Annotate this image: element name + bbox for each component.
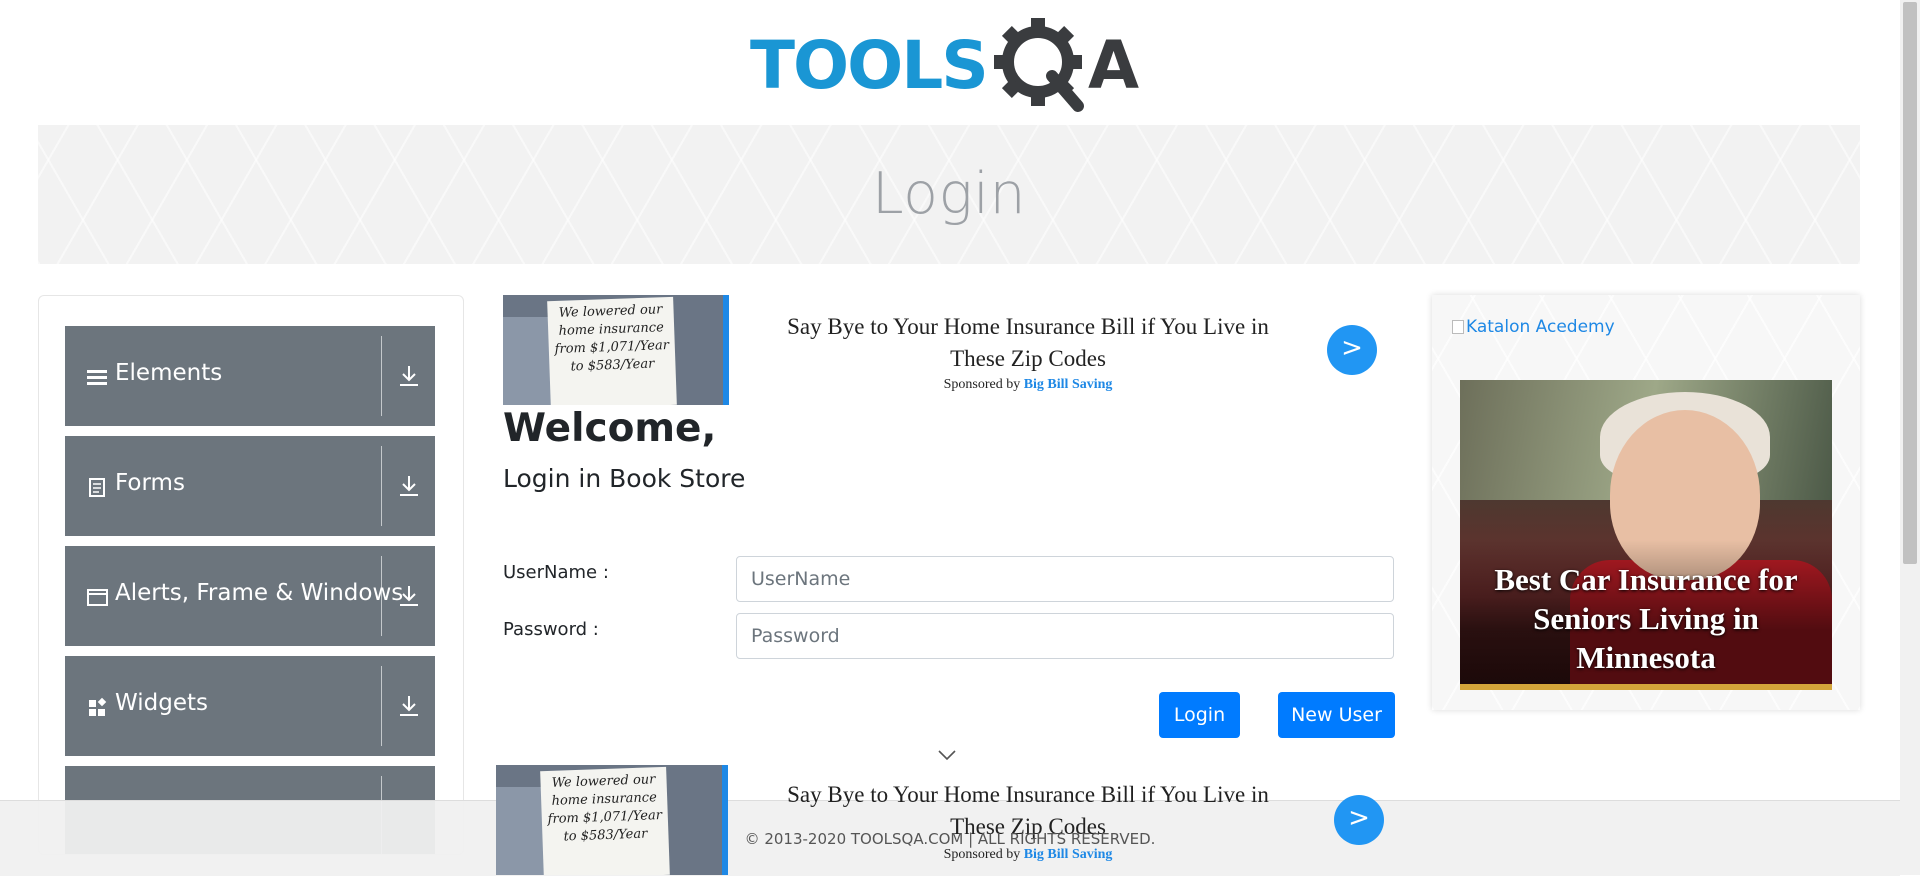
ad-image[interactable]: We lowered our home insurance from $1,07… [503, 295, 729, 405]
ad-sponsored-prefix: Sponsored by [943, 847, 1021, 862]
widgets-icon [89, 697, 107, 716]
divider [381, 446, 382, 526]
chevron-down-icon[interactable] [937, 748, 957, 762]
download-arrow-icon [400, 586, 418, 606]
ad-sign: We lowered our home insurance from $1,07… [540, 766, 670, 875]
katalon-academy-link[interactable]: Katalon Acedemy [1452, 317, 1615, 337]
car-ad-text[interactable]: Best Car Insurance for Seniors Living in… [1460, 560, 1832, 677]
ad-sponsor-link[interactable]: Big Bill Saving [1024, 847, 1113, 862]
welcome-heading: Welcome, [503, 406, 717, 451]
hamburger-icon [87, 370, 107, 385]
car-ad-bar [1460, 684, 1832, 690]
gear-icon [994, 18, 1084, 112]
document-icon [89, 478, 105, 497]
ad-headline[interactable]: Say Bye to Your Home Insurance Bill if Y… [763, 311, 1293, 375]
ad-house [503, 317, 553, 405]
footer-copyright: © 2013-2020 TOOLSQA.COM | ALL RIGHTS RES… [744, 830, 1156, 848]
login-button[interactable]: Login [1159, 692, 1240, 738]
logo-text-a: A [1088, 27, 1139, 104]
download-arrow-icon [400, 476, 418, 496]
ad-home-insurance-bottom[interactable]: We lowered our home insurance from $1,07… [496, 765, 1384, 875]
download-arrow-icon [400, 696, 418, 716]
login-subtitle: Login in Book Store [503, 464, 746, 493]
sidebar-group-label: Forms [115, 470, 185, 496]
ad-sponsor: Sponsored by Big Bill Saving [763, 377, 1293, 393]
sidebar-group-forms[interactable]: Forms [65, 436, 435, 536]
ad-home-insurance-top[interactable]: We lowered our home insurance from $1,07… [503, 295, 1383, 407]
katalon-alt-text[interactable]: Katalon Acedemy [1466, 317, 1615, 337]
username-input[interactable] [736, 556, 1394, 602]
scrollbar-thumb[interactable] [1903, 2, 1917, 564]
sidebar: Elements Forms Alerts, Frame & Windows W… [38, 295, 464, 855]
ad-sponsor-link[interactable]: Big Bill Saving [1024, 377, 1113, 392]
right-ad-panel: Katalon Acedemy Best Car Insurance for S… [1432, 295, 1860, 710]
ad-accent [723, 295, 729, 405]
ad-sponsored-prefix: Sponsored by [943, 377, 1021, 392]
password-input[interactable] [736, 613, 1394, 659]
download-arrow-icon [400, 366, 418, 386]
sidebar-group-alerts[interactable]: Alerts, Frame & Windows [65, 546, 435, 646]
sidebar-group-widgets[interactable]: Widgets [65, 656, 435, 756]
page-banner: Login [38, 125, 1860, 264]
divider [381, 336, 382, 416]
sidebar-group-elements[interactable]: Elements [65, 326, 435, 426]
divider [381, 556, 382, 636]
sidebar-group-label: Widgets [115, 690, 208, 716]
ad-image[interactable]: We lowered our home insurance from $1,07… [496, 765, 728, 875]
ad-go-button[interactable]: > [1327, 325, 1377, 375]
page-title: Login [871, 161, 1027, 227]
password-label: Password : [503, 619, 599, 640]
ad-sign-text: We lowered our home insurance from $1,07… [554, 302, 670, 375]
sidebar-group-label: Alerts, Frame & Windows [115, 580, 404, 606]
logo-text-tools: TOOLS [750, 27, 987, 104]
sidebar-group-label: Elements [115, 360, 223, 386]
window-icon [87, 589, 108, 606]
broken-image-icon [1452, 320, 1464, 334]
username-label: UserName : [503, 562, 609, 583]
toolsqa-logo[interactable]: TOOLS A [750, 18, 1155, 114]
page-scrollbar[interactable] [1900, 0, 1920, 875]
ad-accent [722, 765, 728, 875]
ad-sign: We lowered our home insurance from $1,07… [547, 296, 677, 405]
ad-sponsor: Sponsored by Big Bill Saving [763, 847, 1293, 863]
car-insurance-ad[interactable]: Best Car Insurance for Seniors Living in… [1460, 380, 1832, 690]
divider [381, 666, 382, 746]
new-user-button[interactable]: New User [1278, 692, 1395, 738]
